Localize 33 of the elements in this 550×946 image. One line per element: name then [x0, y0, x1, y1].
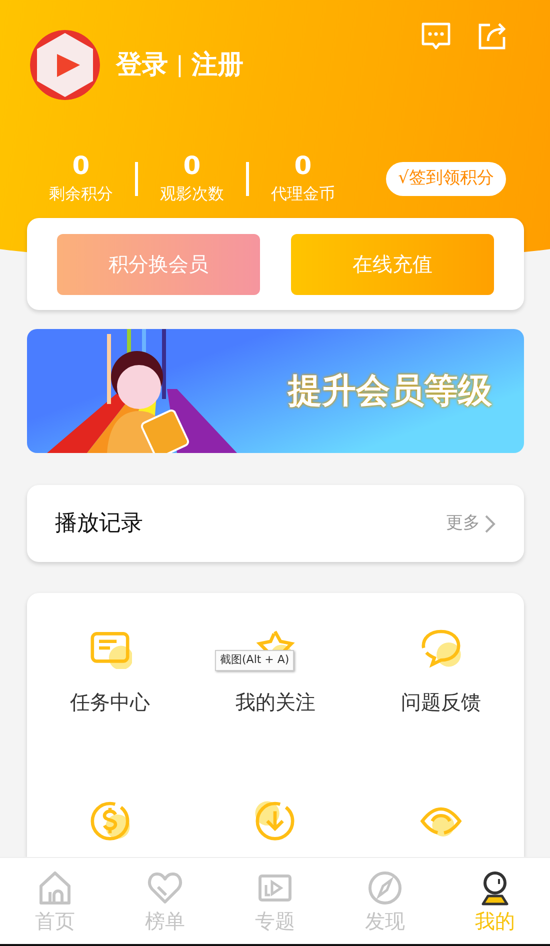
separator: | [176, 52, 184, 80]
banner-title: 提升会员等级 [288, 370, 492, 412]
menu-label: 我的关注 [235, 689, 316, 716]
check-in-button[interactable]: √签到领积分 [386, 162, 506, 196]
stat-label: 观影次数 [159, 183, 225, 205]
share-icon[interactable] [476, 20, 508, 52]
login-link[interactable]: 登录 [116, 46, 168, 84]
section-title: 播放记录 [55, 510, 143, 538]
tab[interactable]: 首页 [0, 858, 110, 944]
stat-label: 剩余积分 [48, 183, 114, 205]
tab[interactable]: 发现 [330, 858, 440, 944]
menu-label: 任务中心 [70, 689, 150, 716]
points-exchange-button[interactable]: 积分换会员 [57, 234, 260, 294]
tab[interactable]: 榜单 [110, 858, 220, 944]
stat-value: 0 [293, 151, 313, 181]
chevron-icon [484, 514, 496, 534]
tab[interactable]: 专题 [220, 858, 330, 944]
register-link[interactable]: 注册 [191, 46, 244, 84]
shortcut-tooltip: 截图(Alt + A) [215, 650, 294, 670]
stat-label: 代理金币 [270, 183, 336, 205]
stat-value: 0 [182, 151, 202, 181]
message-icon[interactable] [420, 20, 452, 52]
compass-icon [367, 870, 403, 906]
app-logo-icon [30, 30, 100, 100]
member-banner[interactable]: 提升会员等级 [27, 329, 524, 453]
home-icon [37, 870, 73, 906]
more-link[interactable]: 更多 [446, 510, 496, 536]
menu-label: 问题反馈 [401, 689, 482, 716]
chat-icon [419, 627, 464, 669]
recharge-button[interactable]: 在线充值 [291, 234, 494, 294]
tab[interactable]: 我的 [440, 858, 550, 944]
stat-value: 0 [71, 151, 91, 181]
heart-icon [147, 870, 183, 906]
